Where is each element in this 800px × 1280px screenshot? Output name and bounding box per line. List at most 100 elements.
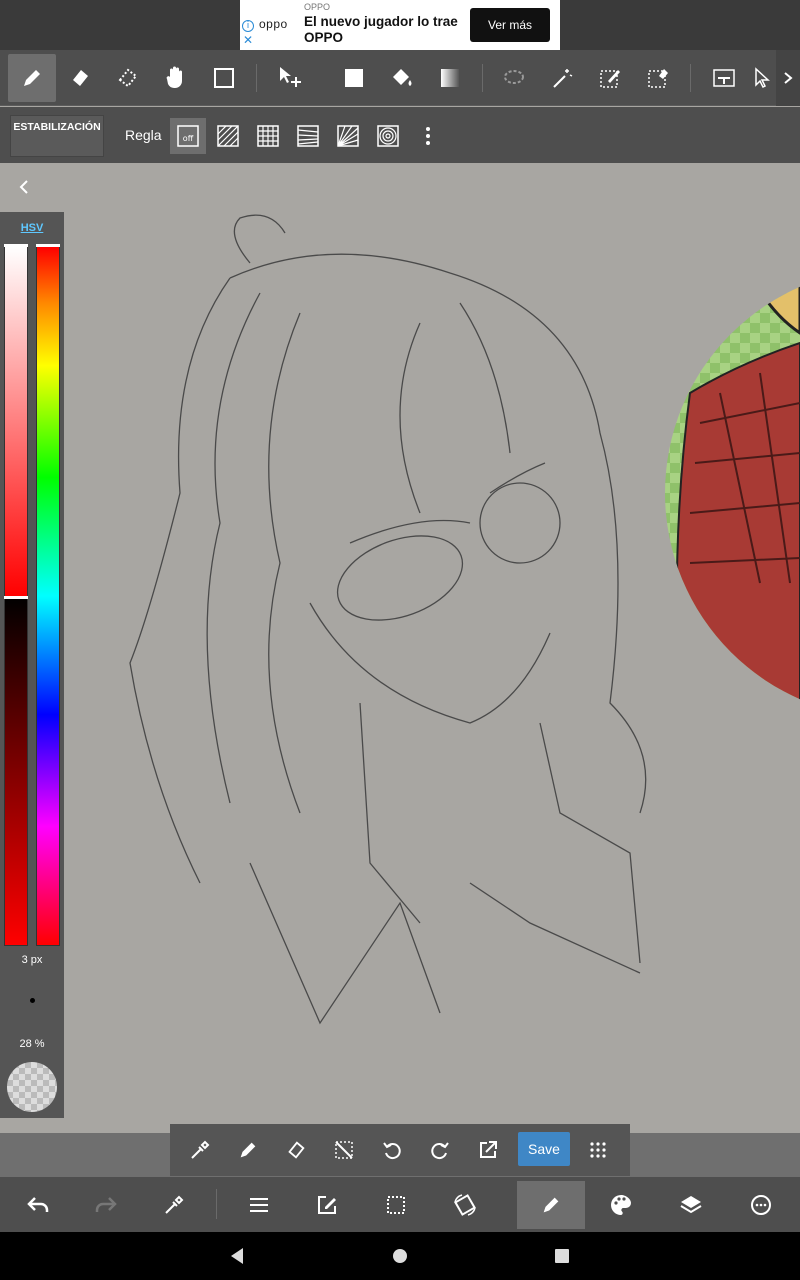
drawing-canvas[interactable] bbox=[0, 163, 800, 1133]
fill-icon bbox=[345, 69, 363, 87]
opacity-label[interactable]: 28 % bbox=[0, 1038, 64, 1050]
ruler-parallel-button[interactable] bbox=[210, 118, 246, 154]
color-panel: HSV 3 px 28 % bbox=[0, 212, 64, 1118]
transform-button[interactable] bbox=[441, 1181, 489, 1229]
eraser-icon bbox=[288, 1141, 305, 1159]
hand-icon bbox=[166, 66, 182, 88]
shape-tool-button[interactable] bbox=[200, 54, 248, 102]
color-button[interactable] bbox=[597, 1181, 645, 1229]
ruler-grid-button[interactable] bbox=[250, 118, 286, 154]
bucket-icon bbox=[393, 69, 412, 86]
stabilization-button[interactable]: ESTABILIZACIÓN bbox=[10, 115, 104, 157]
main-toolbar bbox=[0, 50, 800, 106]
ruler-radial-button[interactable] bbox=[330, 118, 366, 154]
canvas-artwork bbox=[129, 214, 800, 1025]
brush-size-preview bbox=[30, 998, 35, 1003]
selection-button[interactable] bbox=[372, 1181, 420, 1229]
external-link-icon bbox=[480, 1141, 497, 1158]
lasso-tool-button[interactable] bbox=[490, 54, 538, 102]
android-nav-bar bbox=[0, 1232, 800, 1280]
move-tool-button[interactable] bbox=[266, 54, 314, 102]
brush-button[interactable] bbox=[517, 1181, 585, 1229]
toolbar-divider bbox=[690, 64, 691, 92]
opacity-swatch[interactable] bbox=[7, 1062, 57, 1112]
ruler-concentric-button[interactable] bbox=[370, 118, 406, 154]
save-button[interactable]: Save bbox=[518, 1132, 570, 1166]
fill-tool-button[interactable] bbox=[330, 54, 378, 102]
eyedropper-quick-button[interactable] bbox=[180, 1130, 220, 1170]
ad-cta-button[interactable]: Ver más bbox=[470, 8, 550, 42]
nav-back-button[interactable] bbox=[223, 1242, 251, 1270]
lasso-icon bbox=[504, 70, 524, 84]
move-icon bbox=[280, 67, 301, 87]
ad-banner[interactable]: i ✕ oppo OPPO El nuevo jugador lo trae O… bbox=[240, 0, 560, 50]
text-tool-button[interactable] bbox=[700, 54, 748, 102]
nav-recents-button[interactable] bbox=[548, 1242, 576, 1270]
quick-action-bar: Save bbox=[170, 1124, 630, 1176]
cursor-tool-button[interactable] bbox=[748, 54, 776, 102]
more-options-button[interactable] bbox=[410, 118, 446, 154]
select-eraser-tool-button[interactable] bbox=[634, 54, 682, 102]
hand-tool-button[interactable] bbox=[152, 54, 200, 102]
redo-rotate-quick-button[interactable] bbox=[420, 1130, 460, 1170]
brush-size-label[interactable]: 3 px bbox=[0, 954, 64, 966]
settings-button[interactable] bbox=[737, 1181, 785, 1229]
grid-ruler-icon bbox=[257, 125, 279, 147]
layers-icon bbox=[680, 1196, 702, 1214]
blur-tool-button[interactable] bbox=[104, 54, 152, 102]
ruler-perspective-button[interactable] bbox=[290, 118, 326, 154]
palette-icon bbox=[611, 1195, 631, 1215]
ad-close-icon[interactable]: ✕ bbox=[243, 34, 253, 46]
bottom-toolbar bbox=[0, 1177, 800, 1232]
pen-icon bbox=[24, 70, 40, 86]
ruler-off-button[interactable]: off bbox=[170, 118, 206, 154]
sub-toolbar: ESTABILIZACIÓN Regla off bbox=[0, 107, 800, 163]
reference-image bbox=[665, 268, 800, 718]
layers-button[interactable] bbox=[667, 1181, 715, 1229]
pen-quick-button[interactable] bbox=[228, 1130, 268, 1170]
recents-square-icon bbox=[555, 1249, 569, 1263]
hue-slider[interactable] bbox=[36, 246, 60, 946]
magic-wand-tool-button[interactable] bbox=[538, 54, 586, 102]
undo-rotate-quick-button[interactable] bbox=[372, 1130, 412, 1170]
magic-wand-icon bbox=[553, 69, 573, 88]
toolbar-divider bbox=[256, 64, 257, 92]
ad-info-icon[interactable]: i bbox=[242, 20, 254, 32]
undo-icon bbox=[27, 1197, 49, 1212]
pen-tool-button[interactable] bbox=[8, 54, 56, 102]
toolbar-divider bbox=[482, 64, 483, 92]
quickbar-menu-button[interactable] bbox=[578, 1130, 618, 1170]
eyedropper-icon bbox=[165, 1195, 184, 1214]
blur-icon bbox=[118, 68, 138, 88]
back-triangle-icon bbox=[231, 1248, 243, 1264]
toolbar-scroll-button[interactable] bbox=[776, 50, 800, 106]
back-chevron-button[interactable] bbox=[14, 177, 34, 197]
edit-icon bbox=[318, 1196, 336, 1214]
eyedropper-icon bbox=[191, 1140, 210, 1159]
pen-icon bbox=[543, 1197, 559, 1213]
edit-button[interactable] bbox=[303, 1181, 351, 1229]
chevron-left-icon bbox=[19, 180, 28, 194]
more-vertical-icon bbox=[426, 127, 430, 145]
app-root: i ✕ oppo OPPO El nuevo jugador lo trae O… bbox=[0, 0, 800, 1280]
rotate-right-icon bbox=[431, 1142, 449, 1160]
pen-icon bbox=[240, 1142, 256, 1158]
radial-ruler-icon bbox=[337, 125, 359, 147]
gradient-icon bbox=[441, 69, 459, 87]
redo-button[interactable] bbox=[82, 1181, 130, 1229]
menu-button[interactable] bbox=[235, 1181, 283, 1229]
cursor-icon bbox=[755, 67, 770, 89]
rotate-canvas-icon bbox=[454, 1194, 476, 1216]
color-mode-link[interactable]: HSV bbox=[0, 222, 64, 234]
export-quick-button[interactable] bbox=[468, 1130, 508, 1170]
select-pen-tool-button[interactable] bbox=[586, 54, 634, 102]
eraser-quick-button[interactable] bbox=[276, 1130, 316, 1170]
eraser-tool-button[interactable] bbox=[56, 54, 104, 102]
eyedropper-button[interactable] bbox=[150, 1181, 198, 1229]
ruler-off-icon: off bbox=[177, 125, 199, 147]
nav-home-button[interactable] bbox=[386, 1242, 414, 1270]
deselect-quick-button[interactable] bbox=[324, 1130, 364, 1170]
undo-button[interactable] bbox=[14, 1181, 62, 1229]
bucket-tool-button[interactable] bbox=[378, 54, 426, 102]
gradient-tool-button[interactable] bbox=[426, 54, 474, 102]
